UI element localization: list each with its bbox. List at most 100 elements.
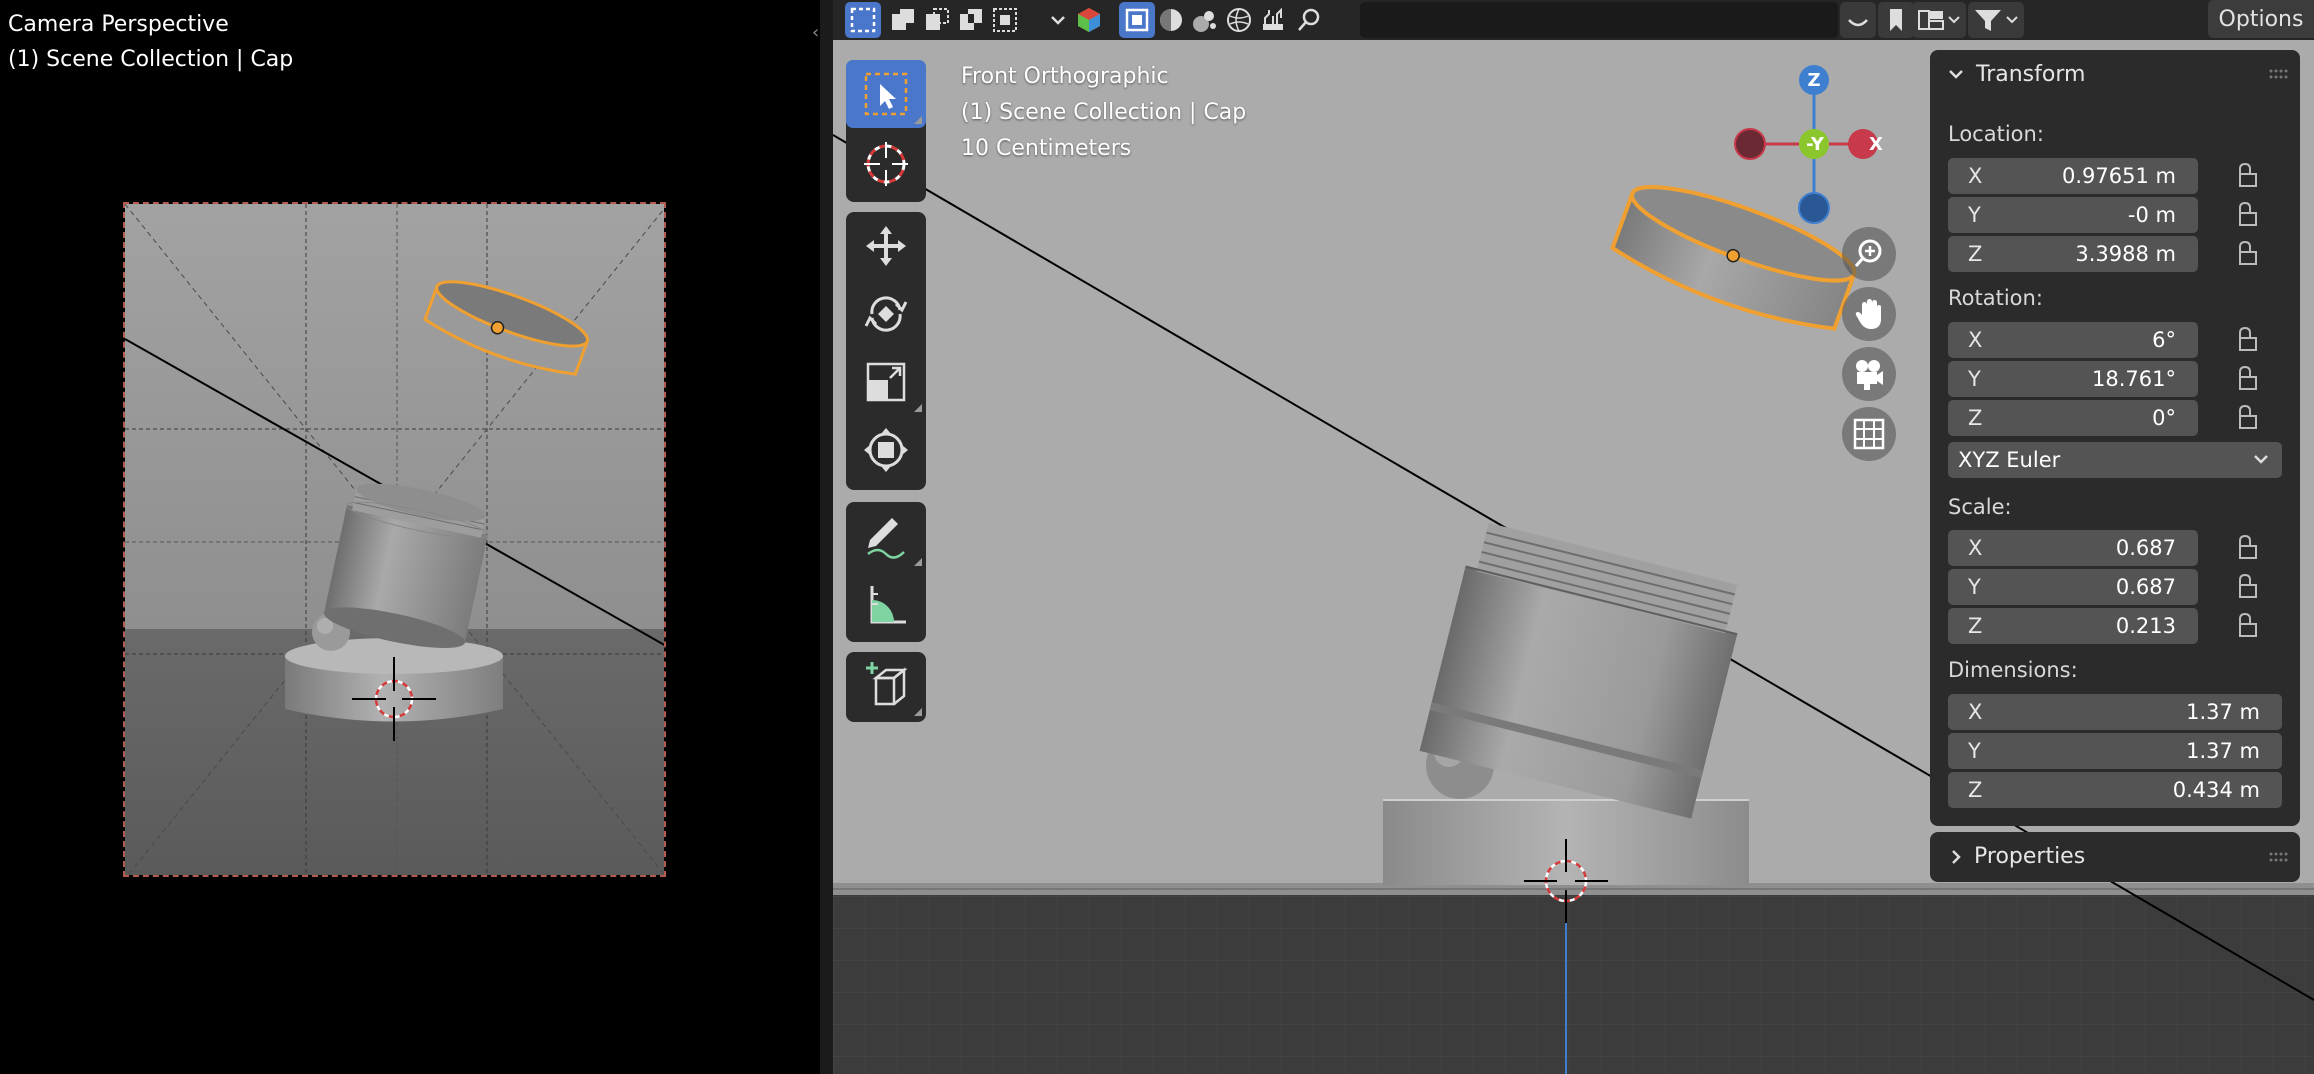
- location-y-field[interactable]: Y -0 m: [1948, 197, 2198, 233]
- camera-frame: [123, 202, 666, 877]
- measure-tool[interactable]: [846, 570, 926, 638]
- axis-label: Y: [1968, 367, 1981, 391]
- select-subtract-icon[interactable]: [919, 2, 955, 38]
- add-cube-tool[interactable]: [846, 652, 926, 720]
- transform-tool[interactable]: [846, 416, 926, 484]
- overlays-dropdown-icon[interactable]: [1912, 2, 1966, 38]
- select-intersect-icon[interactable]: [987, 2, 1023, 38]
- camera-viewport[interactable]: Camera Perspective (1) Scene Collection …: [0, 0, 820, 1074]
- axis-label: X: [1968, 700, 1983, 724]
- axis-label: Z: [1968, 242, 1983, 266]
- rotation-x-field[interactable]: X 6°: [1948, 322, 2198, 358]
- gizmo-z-label: Z: [1807, 70, 1821, 91]
- shading-material-icon[interactable]: [1187, 2, 1223, 38]
- grid-scale-label: 10 Centimeters: [961, 136, 1132, 161]
- lock-icon[interactable]: [2237, 534, 2263, 562]
- transform-panel: Transform Location: X 0.97651 m Y -0 m Z 3.…: [1930, 50, 2300, 826]
- lock-icon[interactable]: [2237, 573, 2263, 601]
- search-input[interactable]: [1360, 2, 1838, 38]
- field-value: 6°: [2152, 328, 2176, 352]
- rotation-mode-dropdown[interactable]: XYZ Euler: [1948, 442, 2282, 478]
- dimensions-x-field[interactable]: X 1.37 m: [1948, 694, 2282, 730]
- select-box-tool[interactable]: [846, 60, 926, 128]
- transform-panel-title: Transform: [1976, 61, 2086, 87]
- location-label: Location:: [1948, 122, 2044, 146]
- scale-x-field[interactable]: X 0.687: [1948, 530, 2198, 566]
- gizmo-toggle-icon[interactable]: [1840, 2, 1876, 38]
- shading-rendered-icon[interactable]: [1221, 2, 1257, 38]
- toolbar-add-group: [846, 652, 926, 722]
- lock-icon[interactable]: [2237, 326, 2263, 354]
- field-value: 0.687: [2115, 575, 2176, 599]
- chevron-down-icon: [2254, 455, 2268, 464]
- viewport-collection-label: (1) Scene Collection | Cap: [961, 100, 1247, 125]
- object-type-visibility-icon[interactable]: [1071, 2, 1107, 38]
- pan-hand-icon[interactable]: [1842, 287, 1896, 341]
- scale-y-field[interactable]: Y 0.687: [1948, 569, 2198, 605]
- camera-view-icon[interactable]: [1842, 347, 1896, 401]
- select-extend-icon[interactable]: [885, 2, 921, 38]
- search-icon[interactable]: [1291, 2, 1327, 38]
- xray-toggle-icon[interactable]: [1119, 2, 1155, 38]
- scale-z-field[interactable]: Z 0.213: [1948, 608, 2198, 644]
- area-divider[interactable]: [820, 0, 833, 1074]
- axis-label: X: [1968, 164, 1983, 188]
- toolbar-select-group: [846, 60, 926, 202]
- cursor-tool[interactable]: [846, 130, 926, 198]
- options-button[interactable]: Options: [2208, 0, 2314, 38]
- select-invert-icon[interactable]: [953, 2, 989, 38]
- field-value: 0.97651 m: [2062, 164, 2176, 188]
- lock-icon[interactable]: [2237, 201, 2263, 229]
- rotate-tool[interactable]: [846, 280, 926, 348]
- camera-view-title: Camera Perspective: [8, 12, 229, 37]
- axis-label: Z: [1968, 406, 1983, 430]
- location-z-field[interactable]: Z 3.3988 m: [1948, 236, 2198, 272]
- select-new-icon[interactable]: [845, 2, 881, 38]
- axis-label: Z: [1968, 614, 1983, 638]
- axis-label: Y: [1968, 575, 1981, 599]
- annotate-tool[interactable]: [846, 502, 926, 570]
- chevron-right-icon: [1952, 850, 1961, 864]
- properties-panel-header[interactable]: Properties: [1930, 832, 2300, 882]
- rotation-z-field[interactable]: Z 0°: [1948, 400, 2198, 436]
- move-tool[interactable]: [846, 212, 926, 280]
- gizmo-neg-y-label: -Y: [1806, 134, 1824, 155]
- field-value: 3.3988 m: [2075, 242, 2176, 266]
- lock-icon[interactable]: [2237, 404, 2263, 432]
- dimensions-label: Dimensions:: [1948, 658, 2078, 682]
- lock-icon[interactable]: [2237, 162, 2263, 190]
- field-value: 0°: [2152, 406, 2176, 430]
- shading-solid-icon[interactable]: [1153, 2, 1189, 38]
- chevron-down-icon[interactable]: [1045, 2, 1071, 38]
- toolbar-transform-group: [846, 212, 926, 490]
- axis-label: Z: [1968, 778, 1983, 802]
- panel-grip-icon[interactable]: [2268, 851, 2288, 863]
- field-value: -0 m: [2127, 203, 2176, 227]
- filter-dropdown-icon[interactable]: [1968, 2, 2024, 38]
- axis-label: X: [1968, 536, 1983, 560]
- lock-icon[interactable]: [2237, 612, 2263, 640]
- location-x-field[interactable]: X 0.97651 m: [1948, 158, 2198, 194]
- shading-options-icon[interactable]: [1255, 2, 1291, 38]
- collapse-arrow-icon[interactable]: ‹: [812, 22, 826, 44]
- dimensions-y-field[interactable]: Y 1.37 m: [1948, 733, 2282, 769]
- scale-tool[interactable]: [846, 348, 926, 416]
- axis-label: Y: [1968, 203, 1981, 227]
- lock-icon[interactable]: [2237, 240, 2263, 268]
- lock-icon[interactable]: [2237, 365, 2263, 393]
- scale-label: Scale:: [1948, 495, 2012, 519]
- properties-panel-title: Properties: [1974, 844, 2086, 869]
- bookmark-icon[interactable]: [1878, 2, 1914, 38]
- toolbar-annotate-group: [846, 502, 926, 642]
- gizmo-x-label: X: [1869, 134, 1883, 155]
- dimensions-z-field[interactable]: Z 0.434 m: [1948, 772, 2282, 808]
- transform-panel-header[interactable]: Transform: [1930, 50, 2300, 98]
- panel-grip-icon[interactable]: [2268, 68, 2288, 80]
- rotation-y-field[interactable]: Y 18.761°: [1948, 361, 2198, 397]
- field-value: 18.761°: [2092, 367, 2176, 391]
- ortho-grid-icon[interactable]: [1842, 407, 1896, 461]
- chevron-down-icon: [1949, 70, 1963, 79]
- zoom-icon[interactable]: [1842, 227, 1896, 281]
- axis-label: Y: [1968, 739, 1981, 763]
- field-value: 0.213: [2115, 614, 2176, 638]
